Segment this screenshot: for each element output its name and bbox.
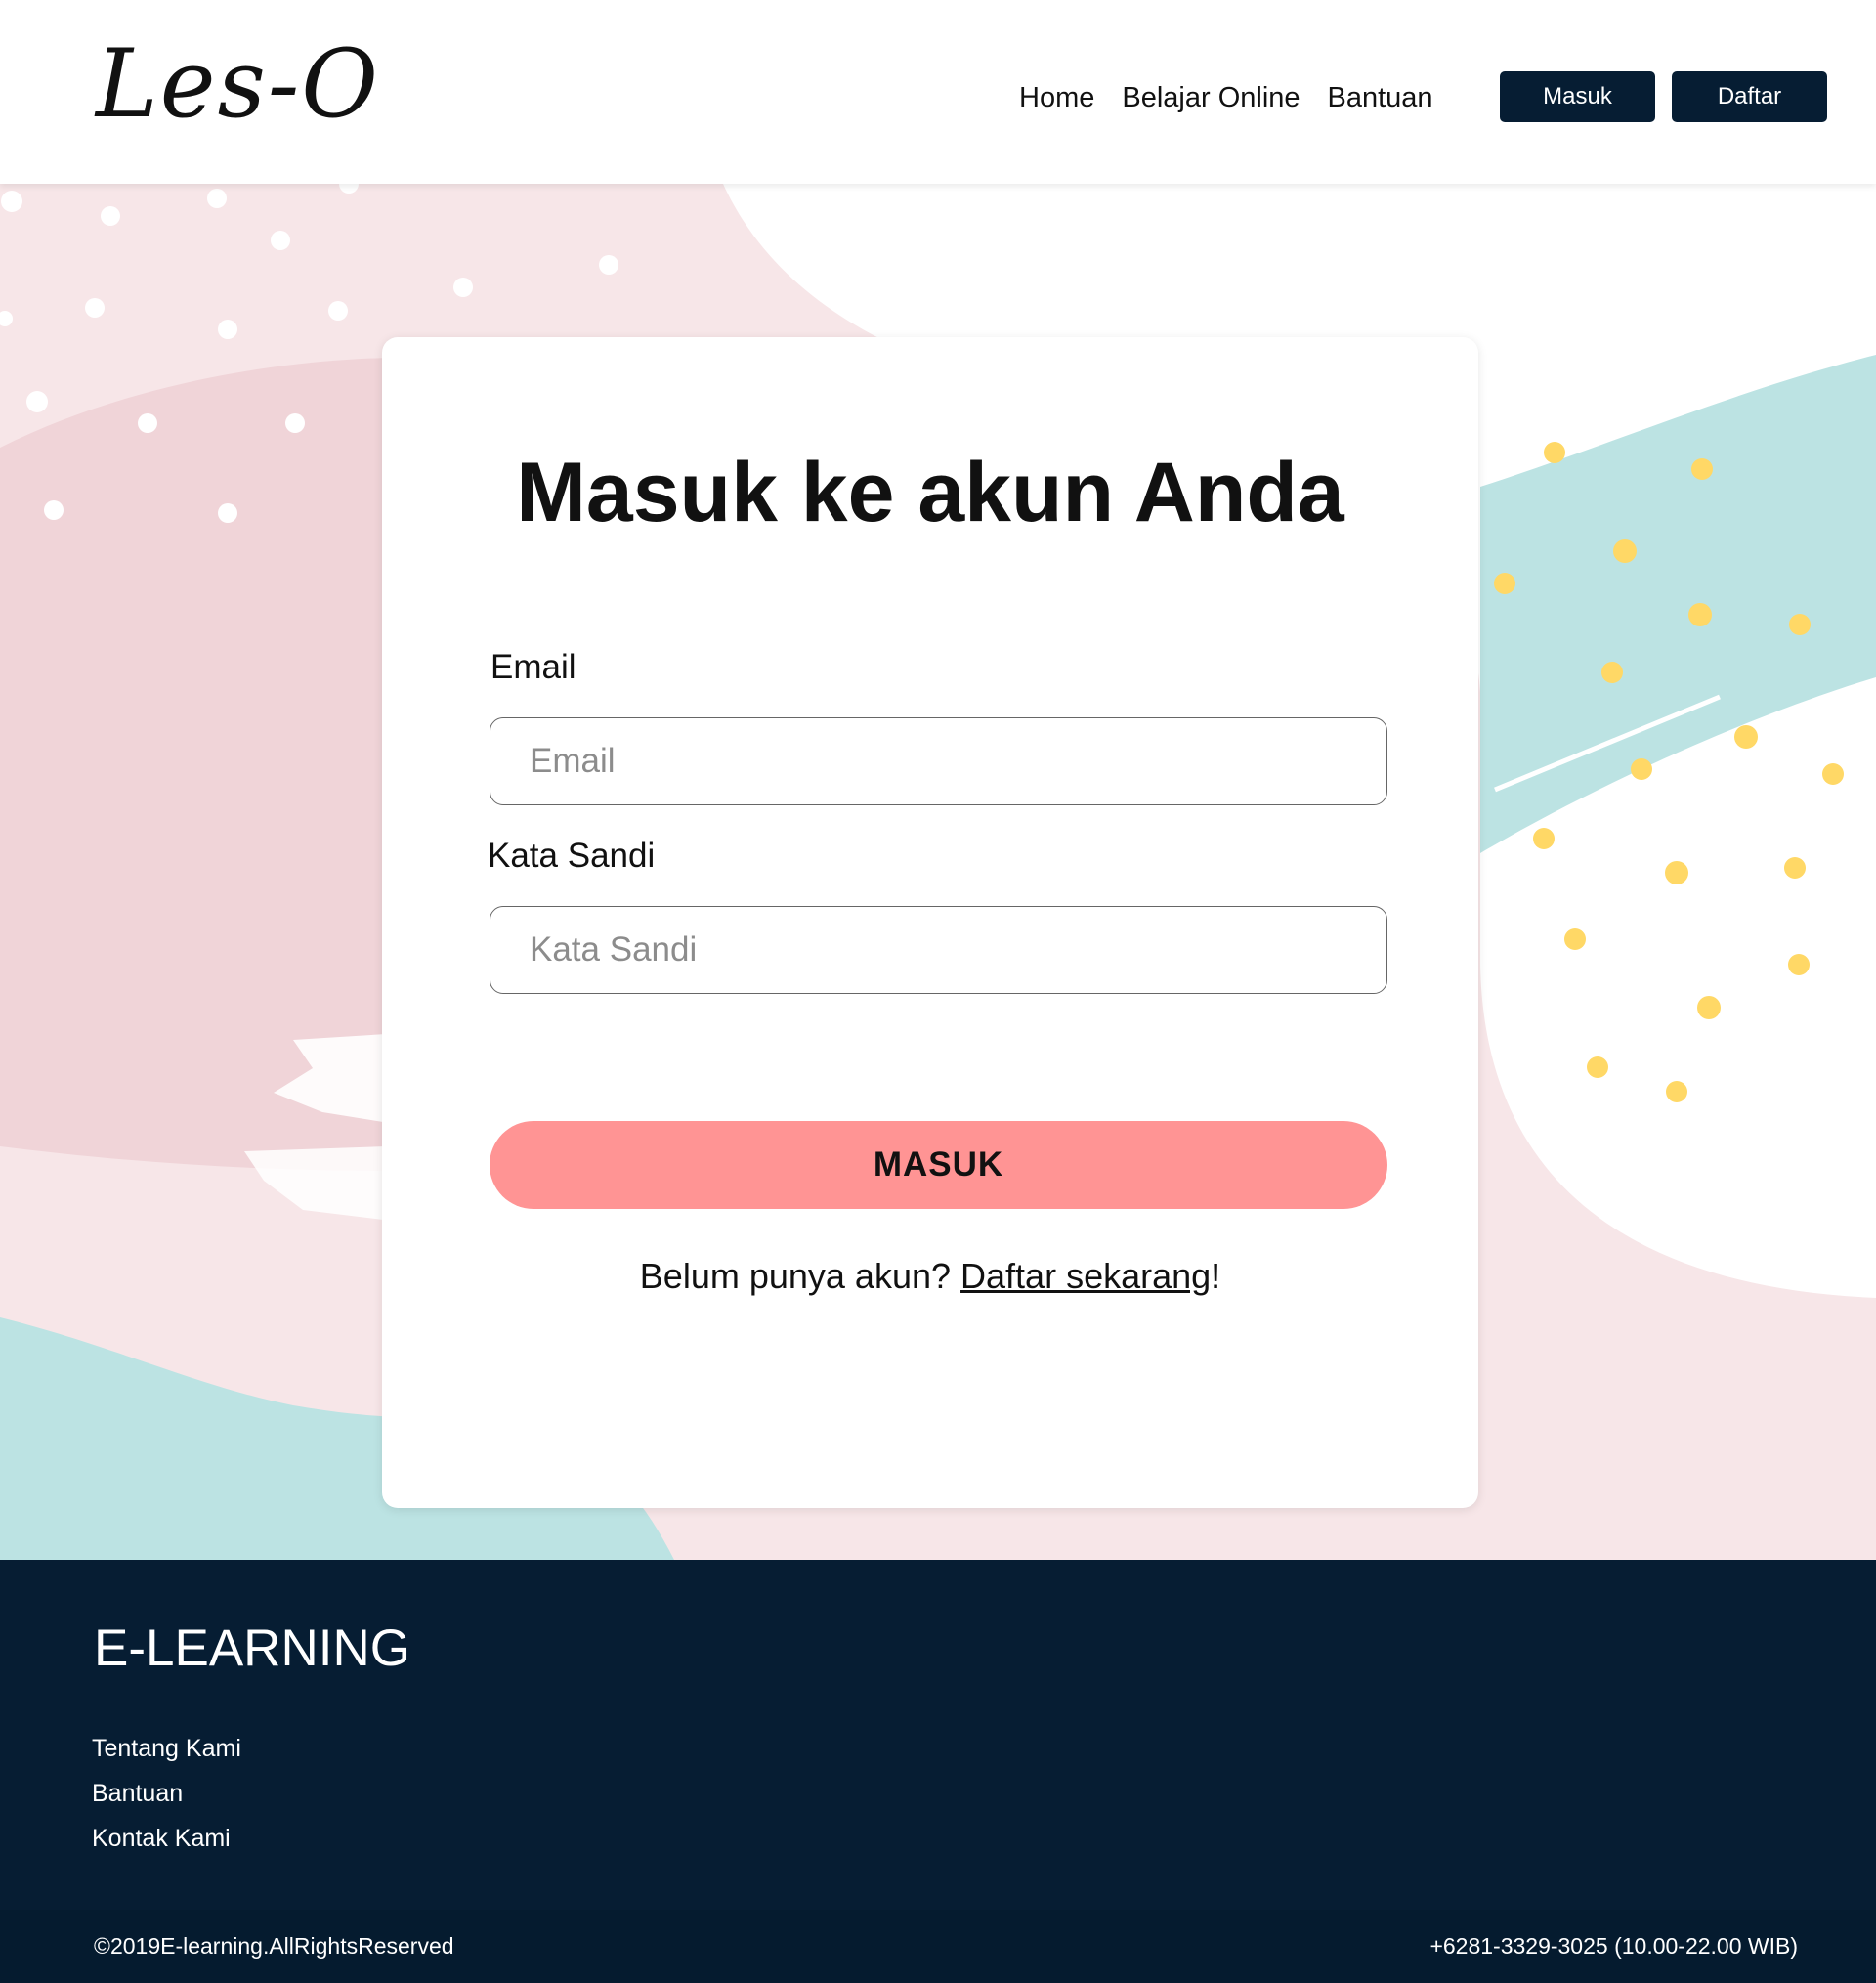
nav-bantuan[interactable]: Bantuan — [1328, 78, 1433, 117]
password-input[interactable] — [490, 906, 1387, 994]
signup-prompt-text: Belum punya akun? — [639, 1256, 952, 1296]
footer-links: Tentang Kami Bantuan Kontak Kami — [92, 1726, 241, 1861]
password-label: Kata Sandi — [488, 837, 656, 875]
header-login-button[interactable]: Masuk — [1500, 71, 1655, 122]
nav-belajar-online[interactable]: Belajar Online — [1122, 78, 1300, 117]
login-submit-button[interactable]: MASUK — [490, 1121, 1387, 1209]
copyright-text: ©2019E-learning.AllRightsReserved — [94, 1933, 454, 1959]
header-register-button[interactable]: Daftar — [1672, 71, 1827, 122]
signup-suffix: ! — [1211, 1256, 1221, 1296]
site-footer: E-LEARNING Tentang Kami Bantuan Kontak K… — [0, 1560, 1876, 1983]
footer-link-tentang-kami[interactable]: Tentang Kami — [92, 1735, 241, 1762]
email-input[interactable] — [490, 717, 1387, 805]
contact-phone: +6281-3329-3025 (10.00-22.00 WIB) — [1429, 1933, 1798, 1959]
main-nav: Home Belajar Online Bantuan — [1019, 78, 1433, 117]
email-label: Email — [490, 648, 576, 686]
site-header: Les-O Home Belajar Online Bantuan Masuk … — [0, 0, 1876, 184]
signup-link[interactable]: Daftar sekarang — [960, 1256, 1211, 1296]
signup-prompt: Belum punya akun? Daftar sekarang! — [382, 1256, 1478, 1297]
login-title: Masuk ke akun Anda — [516, 446, 1344, 539]
logo[interactable]: Les-O — [96, 37, 380, 131]
footer-link-bantuan[interactable]: Bantuan — [92, 1780, 183, 1807]
footer-link-kontak-kami[interactable]: Kontak Kami — [92, 1825, 231, 1852]
footer-brand: E-LEARNING — [94, 1619, 410, 1677]
login-card: Masuk ke akun Anda Email Kata Sandi MASU… — [382, 337, 1478, 1508]
nav-home[interactable]: Home — [1019, 78, 1094, 117]
footer-bottom-bar: ©2019E-learning.AllRightsReserved +6281-… — [0, 1910, 1876, 1983]
